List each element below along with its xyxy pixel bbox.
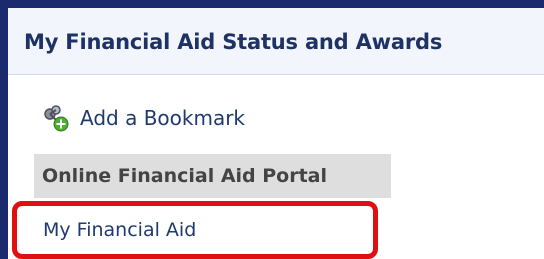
panel-header: My Financial Aid Status and Awards	[8, 8, 544, 75]
add-bookmark-label: Add a Bookmark	[80, 106, 246, 130]
panel-title: My Financial Aid Status and Awards	[24, 30, 443, 54]
financial-aid-panel: My Financial Aid Status and Awards Add a…	[8, 8, 544, 259]
section-title: Online Financial Aid Portal	[42, 165, 328, 187]
add-bookmark-icon	[44, 105, 69, 132]
section-header: Online Financial Aid Portal	[34, 154, 391, 198]
add-bookmark-link[interactable]: Add a Bookmark	[42, 104, 245, 132]
my-financial-aid-link[interactable]: My Financial Aid	[43, 219, 196, 241]
